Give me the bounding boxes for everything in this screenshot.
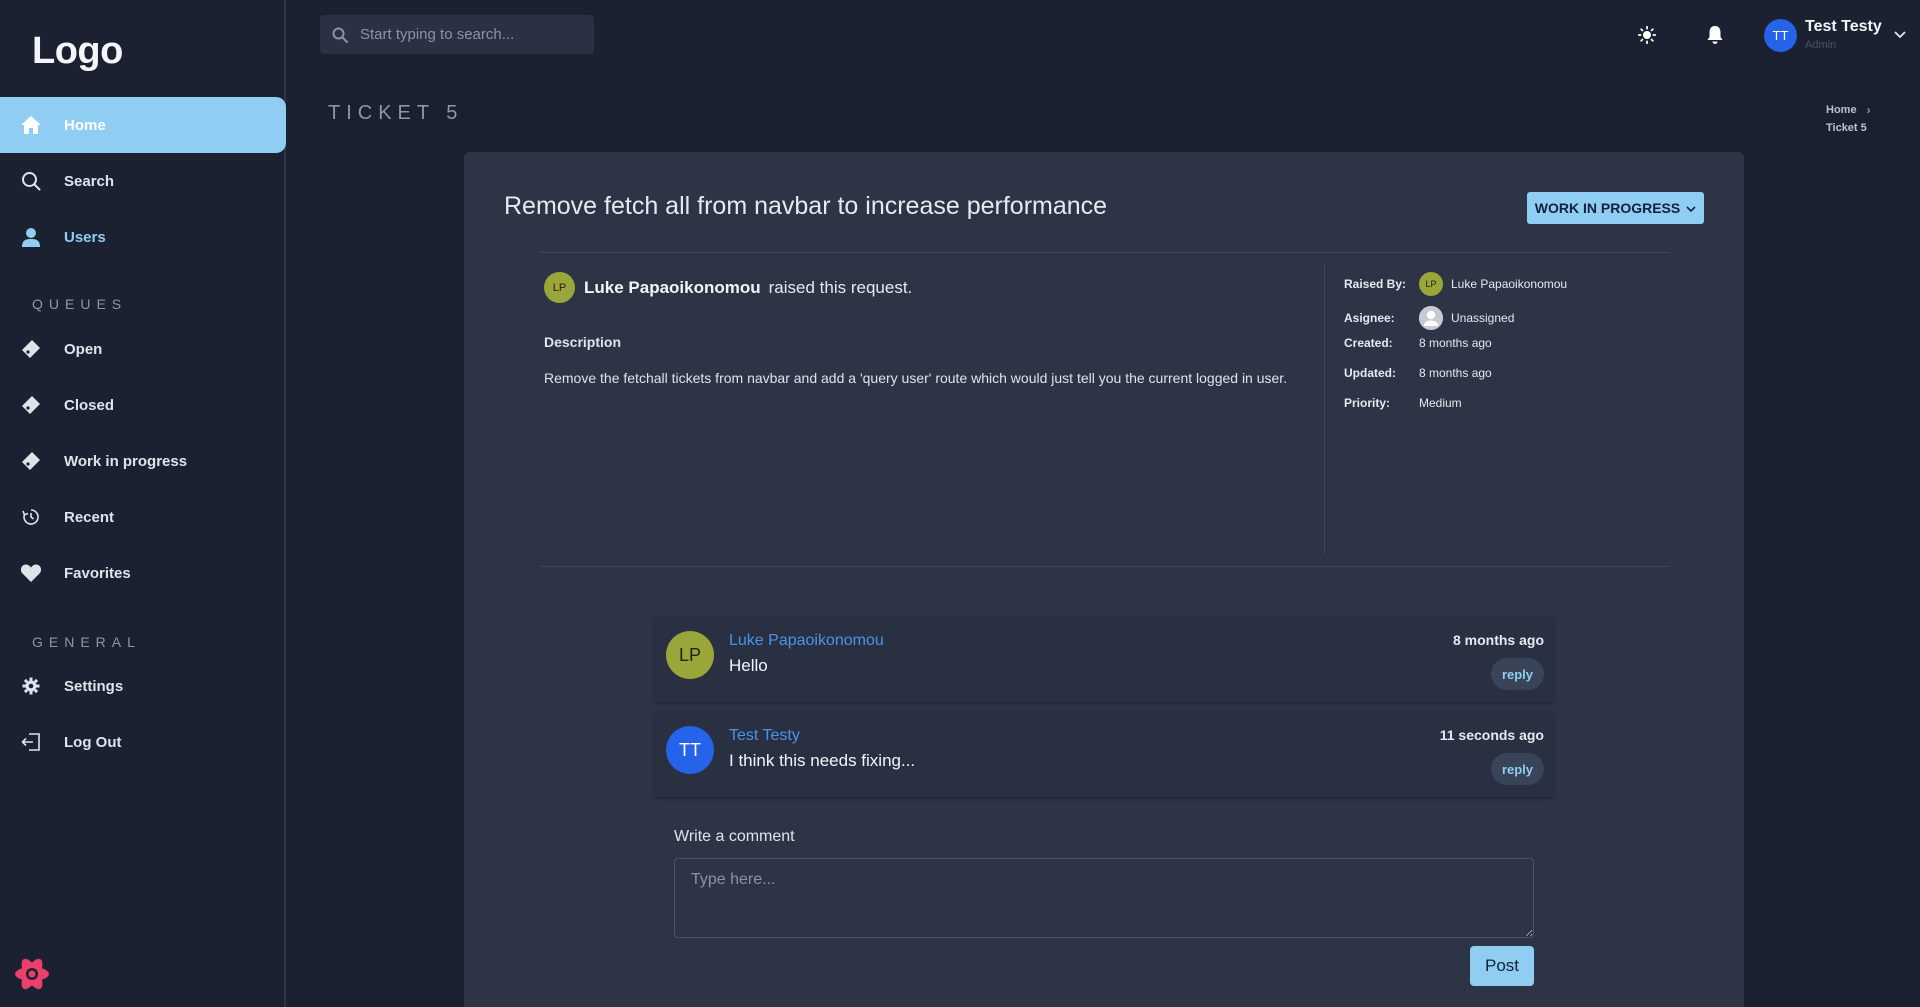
sidebar-item-label: Open xyxy=(64,340,103,358)
heart-icon xyxy=(20,562,42,584)
comment-textarea[interactable] xyxy=(674,858,1534,938)
general-section-label: GENERAL xyxy=(32,634,141,650)
theme-toggle-sun-icon[interactable] xyxy=(1636,24,1658,46)
history-icon xyxy=(20,506,42,528)
chevron-down-icon xyxy=(1686,200,1696,216)
meta-label: Updated: xyxy=(1344,366,1396,380)
avatar: LP xyxy=(666,631,714,679)
ticket-icon xyxy=(20,338,42,360)
meta-updated: Updated: 8 months ago xyxy=(1344,366,1492,380)
comment-time: 11 seconds ago xyxy=(1439,727,1544,743)
breadcrumb-home[interactable]: Home xyxy=(1826,101,1857,119)
sidebar: Logo Home Search Users QUEUES Open Close… xyxy=(0,0,286,1007)
meta-label: Raised By: xyxy=(1344,277,1407,291)
sidebar-item-settings[interactable]: Settings xyxy=(0,658,286,714)
raised-by-name: Luke Papaoikonomou xyxy=(584,277,761,297)
divider xyxy=(540,566,1670,567)
post-button[interactable]: Post xyxy=(1470,946,1534,986)
comment-text: Hello xyxy=(729,656,768,675)
user-menu[interactable]: TT Test Testy Admin xyxy=(1764,15,1906,55)
user-name: Test Testy xyxy=(1805,18,1882,35)
sidebar-item-logout[interactable]: Log Out xyxy=(0,714,286,770)
breadcrumb: Home › Ticket 5 xyxy=(1826,101,1871,137)
react-devtools-icon[interactable] xyxy=(12,954,52,994)
search-icon xyxy=(332,27,348,43)
meta-value: Medium xyxy=(1419,396,1462,410)
comment-time: 8 months ago xyxy=(1452,632,1544,648)
sidebar-item-recent[interactable]: Recent xyxy=(0,489,286,545)
search-icon xyxy=(20,170,42,192)
meta-value: Luke Papaoikonomou xyxy=(1451,277,1568,291)
comment-author[interactable]: Luke Papaoikonomou xyxy=(729,632,884,650)
sidebar-item-label: Search xyxy=(64,172,115,190)
raised-by-text: raised this request. xyxy=(768,277,913,297)
sidebar-item-label: Users xyxy=(64,228,106,246)
logo[interactable]: Logo xyxy=(32,30,123,73)
sidebar-item-label: Settings xyxy=(64,677,124,695)
user-role: Admin xyxy=(1805,39,1837,51)
sidebar-item-label: Favorites xyxy=(64,564,131,582)
avatar: TT xyxy=(666,726,714,774)
description-text: Remove the fetchall tickets from navbar … xyxy=(544,370,1288,386)
search-input[interactable] xyxy=(360,26,580,43)
avatar: LP xyxy=(1419,272,1443,296)
logout-icon xyxy=(20,731,42,753)
gear-icon xyxy=(20,675,42,697)
sidebar-item-users[interactable]: Users xyxy=(0,209,286,265)
page-title: TICKET 5 xyxy=(328,102,464,124)
reply-button[interactable]: reply xyxy=(1491,658,1544,690)
comment-form-label: Write a comment xyxy=(674,828,795,845)
divider xyxy=(1324,264,1325,554)
comment: LP Luke Papaoikonomou Hello 8 months ago… xyxy=(654,616,1554,702)
user-icon xyxy=(20,226,42,248)
chevron-down-icon xyxy=(1894,26,1906,44)
sidebar-item-search[interactable]: Search xyxy=(0,153,286,209)
meta-value: 8 months ago xyxy=(1419,366,1492,380)
ticket-title: Remove fetch all from navbar to increase… xyxy=(504,192,1108,220)
queues-section-label: QUEUES xyxy=(32,296,128,312)
meta-label: Priority: xyxy=(1344,396,1391,410)
reply-button[interactable]: reply xyxy=(1491,753,1544,785)
sidebar-item-work-in-progress[interactable]: Work in progress xyxy=(0,433,286,489)
sidebar-item-home[interactable]: Home xyxy=(0,97,286,153)
sidebar-item-label: Recent xyxy=(64,508,115,526)
breadcrumb-current: Ticket 5 xyxy=(1826,122,1867,134)
status-dropdown-button[interactable]: WORK IN PROGRESS xyxy=(1527,192,1704,224)
user-placeholder-icon xyxy=(1419,306,1443,330)
meta-assignee: Asignee: Unassigned xyxy=(1344,306,1514,330)
ticket-card: Remove fetch all from navbar to increase… xyxy=(464,152,1744,1007)
meta-value: Unassigned xyxy=(1451,311,1515,325)
sidebar-item-label: Closed xyxy=(64,396,115,414)
comment-text: I think this needs fixing... xyxy=(729,751,916,770)
ticket-icon xyxy=(20,394,42,416)
meta-raised-by: Raised By: LP Luke Papaoikonomou xyxy=(1344,272,1567,296)
meta-label: Asignee: xyxy=(1344,311,1395,325)
status-label: WORK IN PROGRESS xyxy=(1534,200,1681,216)
top-bar: TT Test Testy Admin xyxy=(288,0,1920,70)
chevron-right-icon: › xyxy=(1866,103,1871,117)
bell-icon[interactable] xyxy=(1704,24,1726,46)
ticket-icon xyxy=(20,450,42,472)
sidebar-item-label: Log Out xyxy=(64,733,122,751)
search-box[interactable] xyxy=(320,15,594,54)
comment: TT Test Testy I think this needs fixing.… xyxy=(654,711,1554,797)
divider xyxy=(540,252,1670,253)
raised-by-line: LP Luke Papaoikonomou raised this reques… xyxy=(544,272,912,303)
description-label: Description xyxy=(544,334,622,350)
home-icon xyxy=(20,114,42,136)
sidebar-item-favorites[interactable]: Favorites xyxy=(0,545,286,601)
avatar: LP xyxy=(544,272,575,303)
sidebar-item-label: Work in progress xyxy=(64,452,188,470)
avatar: TT xyxy=(1764,18,1797,52)
meta-priority: Priority: Medium xyxy=(1344,396,1462,410)
meta-value: 8 months ago xyxy=(1419,336,1492,350)
meta-label: Created: xyxy=(1344,336,1393,350)
sidebar-item-closed[interactable]: Closed xyxy=(0,377,286,433)
sidebar-item-open[interactable]: Open xyxy=(0,321,286,377)
meta-created: Created: 8 months ago xyxy=(1344,336,1492,350)
sidebar-item-label: Home xyxy=(64,116,106,134)
comment-author[interactable]: Test Testy xyxy=(729,727,800,745)
